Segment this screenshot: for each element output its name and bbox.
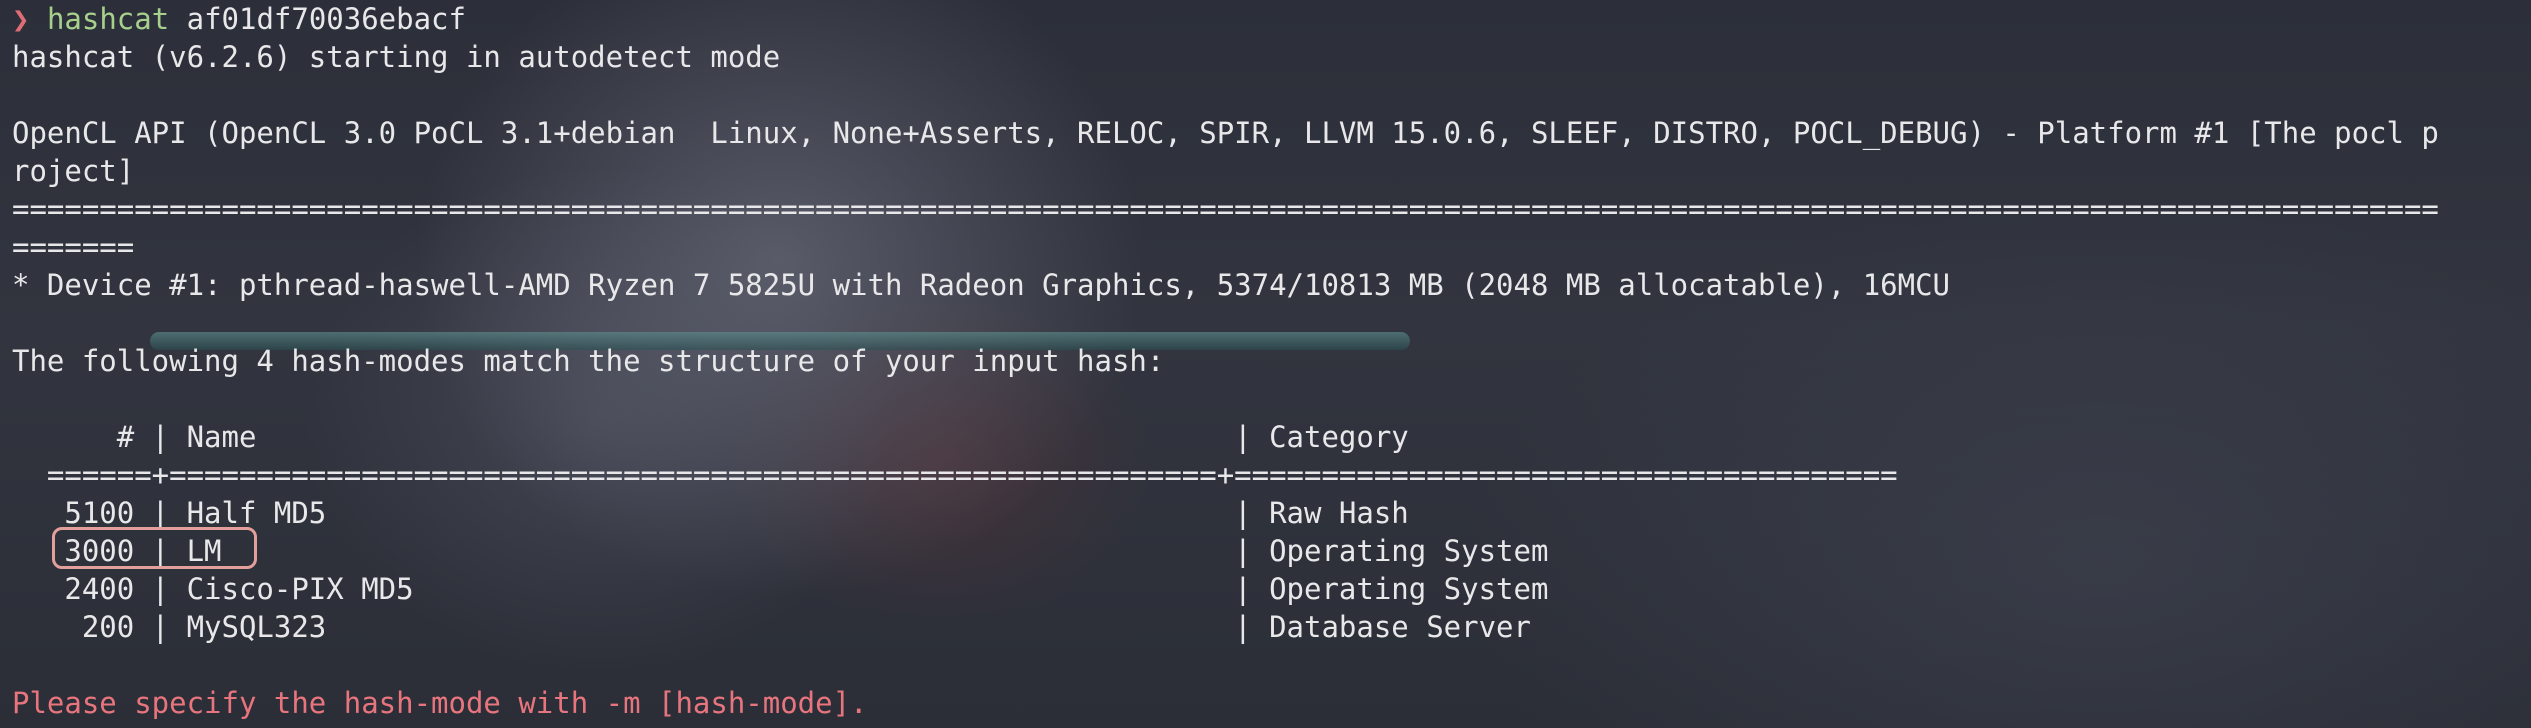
table-header: # | Name | Category: [12, 420, 1409, 454]
separator-line-2: =======: [12, 230, 135, 264]
prompt-arrow-icon: ❯: [12, 2, 30, 36]
opencl-line-1: OpenCL API (OpenCL 3.0 PoCL 3.1+debian L…: [12, 116, 2439, 150]
table-row: 200 | MySQL323 | Database Server: [12, 610, 1531, 644]
command-name: hashcat: [46, 2, 170, 36]
separator-line-1: ========================================…: [12, 192, 2439, 226]
terminal-output[interactable]: ❯ hashcat af01df70036ebacf hashcat (v6.2…: [12, 0, 2531, 728]
command-line: ❯ hashcat af01df70036ebacf: [12, 0, 2531, 38]
command-argument: af01df70036ebacf: [169, 2, 466, 36]
table-row: 3000 | LM | Operating System: [12, 534, 1549, 568]
table-separator: ======+=================================…: [12, 458, 1898, 492]
highlight-box-lm-row: [52, 527, 257, 569]
match-line: The following 4 hash-modes match the str…: [12, 344, 1165, 378]
table-row: 5100 | Half MD5 | Raw Hash: [12, 496, 1409, 530]
table-row: 2400 | Cisco-PIX MD5 | Operating System: [12, 572, 1549, 606]
start-line: hashcat (v6.2.6) starting in autodetect …: [12, 40, 781, 74]
device-line: * Device #1: pthread-haswell-AMD Ryzen 7…: [12, 268, 1951, 302]
error-message: Please specify the hash-mode with -m [ha…: [12, 686, 868, 720]
opencl-line-2: roject]: [12, 154, 135, 188]
